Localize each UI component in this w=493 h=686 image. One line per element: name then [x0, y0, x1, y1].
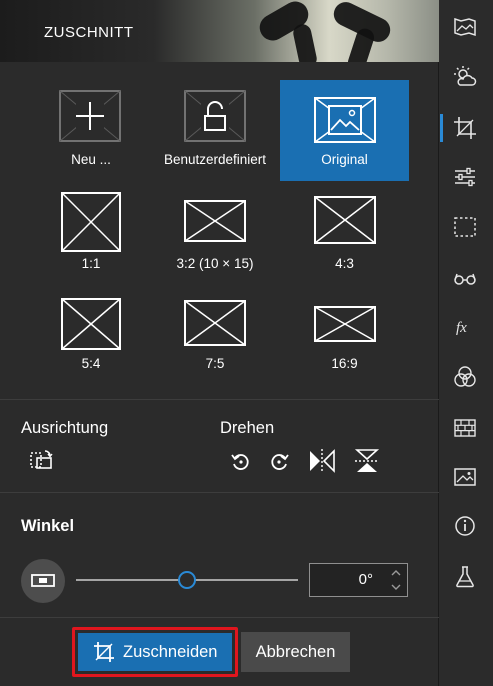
sliders-icon[interactable] [453, 165, 477, 189]
angle-slider-thumb[interactable] [178, 571, 196, 589]
crop-icon[interactable] [453, 116, 477, 140]
rotate-left-icon[interactable] [230, 450, 252, 472]
ratio-1-1[interactable]: 1:1 [32, 188, 150, 280]
ratio-custom[interactable]: Benutzerdefiniert [153, 80, 277, 180]
ratio-1-1-icon [61, 192, 121, 252]
ratio-label: Neu ... [71, 152, 111, 167]
ratio-3-2-icon [184, 200, 246, 242]
svg-text:fx: fx [456, 320, 467, 336]
divider [0, 399, 439, 400]
flip-vertical-icon[interactable] [354, 448, 380, 474]
angle-label: Winkel [21, 517, 75, 535]
image-icon[interactable] [453, 465, 477, 489]
ratio-5-4[interactable]: 5:4 [32, 292, 150, 382]
straighten-button[interactable] [21, 559, 65, 603]
orientation-label: Ausrichtung [21, 419, 109, 437]
ratio-7-5[interactable]: 7:5 [153, 292, 277, 382]
glasses-icon[interactable] [453, 266, 477, 290]
plus-icon [59, 90, 121, 142]
ratio-16-9[interactable]: 16:9 [280, 292, 409, 382]
crop-button[interactable]: Zuschneiden [72, 627, 238, 677]
ratio-original[interactable]: Original [280, 80, 409, 181]
ratio-4-3[interactable]: 4:3 [280, 188, 409, 280]
brick-wall-icon[interactable] [453, 416, 477, 440]
angle-input[interactable]: 0° [309, 563, 408, 597]
ratio-3-2[interactable]: 3:2 (10 × 15) [153, 188, 277, 280]
flip-horizontal-icon[interactable] [308, 448, 336, 474]
ratio-label: 3:2 (10 × 15) [176, 256, 254, 271]
panel-header: ZUSCHNITT [0, 0, 439, 62]
crop-button-label: Zuschneiden [123, 642, 218, 661]
crop-icon [94, 642, 114, 662]
unlock-icon [184, 90, 246, 142]
ratio-16-9-icon [314, 306, 376, 342]
ratio-label: Original [321, 152, 368, 167]
rotate-label: Drehen [220, 419, 275, 437]
ratio-label: 7:5 [205, 356, 225, 371]
divider [0, 492, 439, 493]
ratio-new[interactable]: Neu ... [32, 80, 150, 180]
cancel-button-label: Abbrechen [255, 642, 336, 661]
divider [0, 617, 439, 618]
page-title: ZUSCHNITT [44, 24, 134, 41]
weather-icon[interactable] [453, 65, 477, 89]
active-tool-indicator [440, 114, 443, 142]
color-circles-icon[interactable] [453, 365, 477, 389]
crop-panel: ZUSCHNITT Neu ... Benutzerdefiniert Orig… [0, 0, 439, 686]
spinner-icon[interactable] [389, 566, 403, 594]
fx-icon[interactable]: fx [453, 315, 477, 339]
level-icon [31, 574, 55, 587]
ratio-label: 4:3 [335, 256, 354, 271]
image-icon [314, 97, 376, 143]
ratio-label: 1:1 [81, 256, 101, 271]
header-image [291, 22, 319, 62]
ratio-label: 16:9 [331, 356, 358, 371]
angle-value: 0° [358, 571, 373, 588]
header-image [345, 26, 377, 62]
ratio-label: Benutzerdefiniert [163, 152, 267, 167]
ratio-label: 5:4 [81, 356, 101, 371]
rotate-right-icon[interactable] [268, 450, 290, 472]
flask-icon[interactable] [453, 565, 477, 589]
ratio-4-3-icon [314, 196, 376, 244]
selection-icon[interactable] [453, 215, 477, 239]
ratio-5-4-icon [61, 298, 121, 350]
cancel-button[interactable]: Abbrechen [241, 632, 350, 672]
orientation-toggle-icon[interactable] [28, 448, 54, 472]
picture-frame-icon[interactable] [453, 15, 477, 39]
ratio-7-5-icon [184, 300, 246, 346]
info-icon[interactable] [453, 514, 477, 538]
